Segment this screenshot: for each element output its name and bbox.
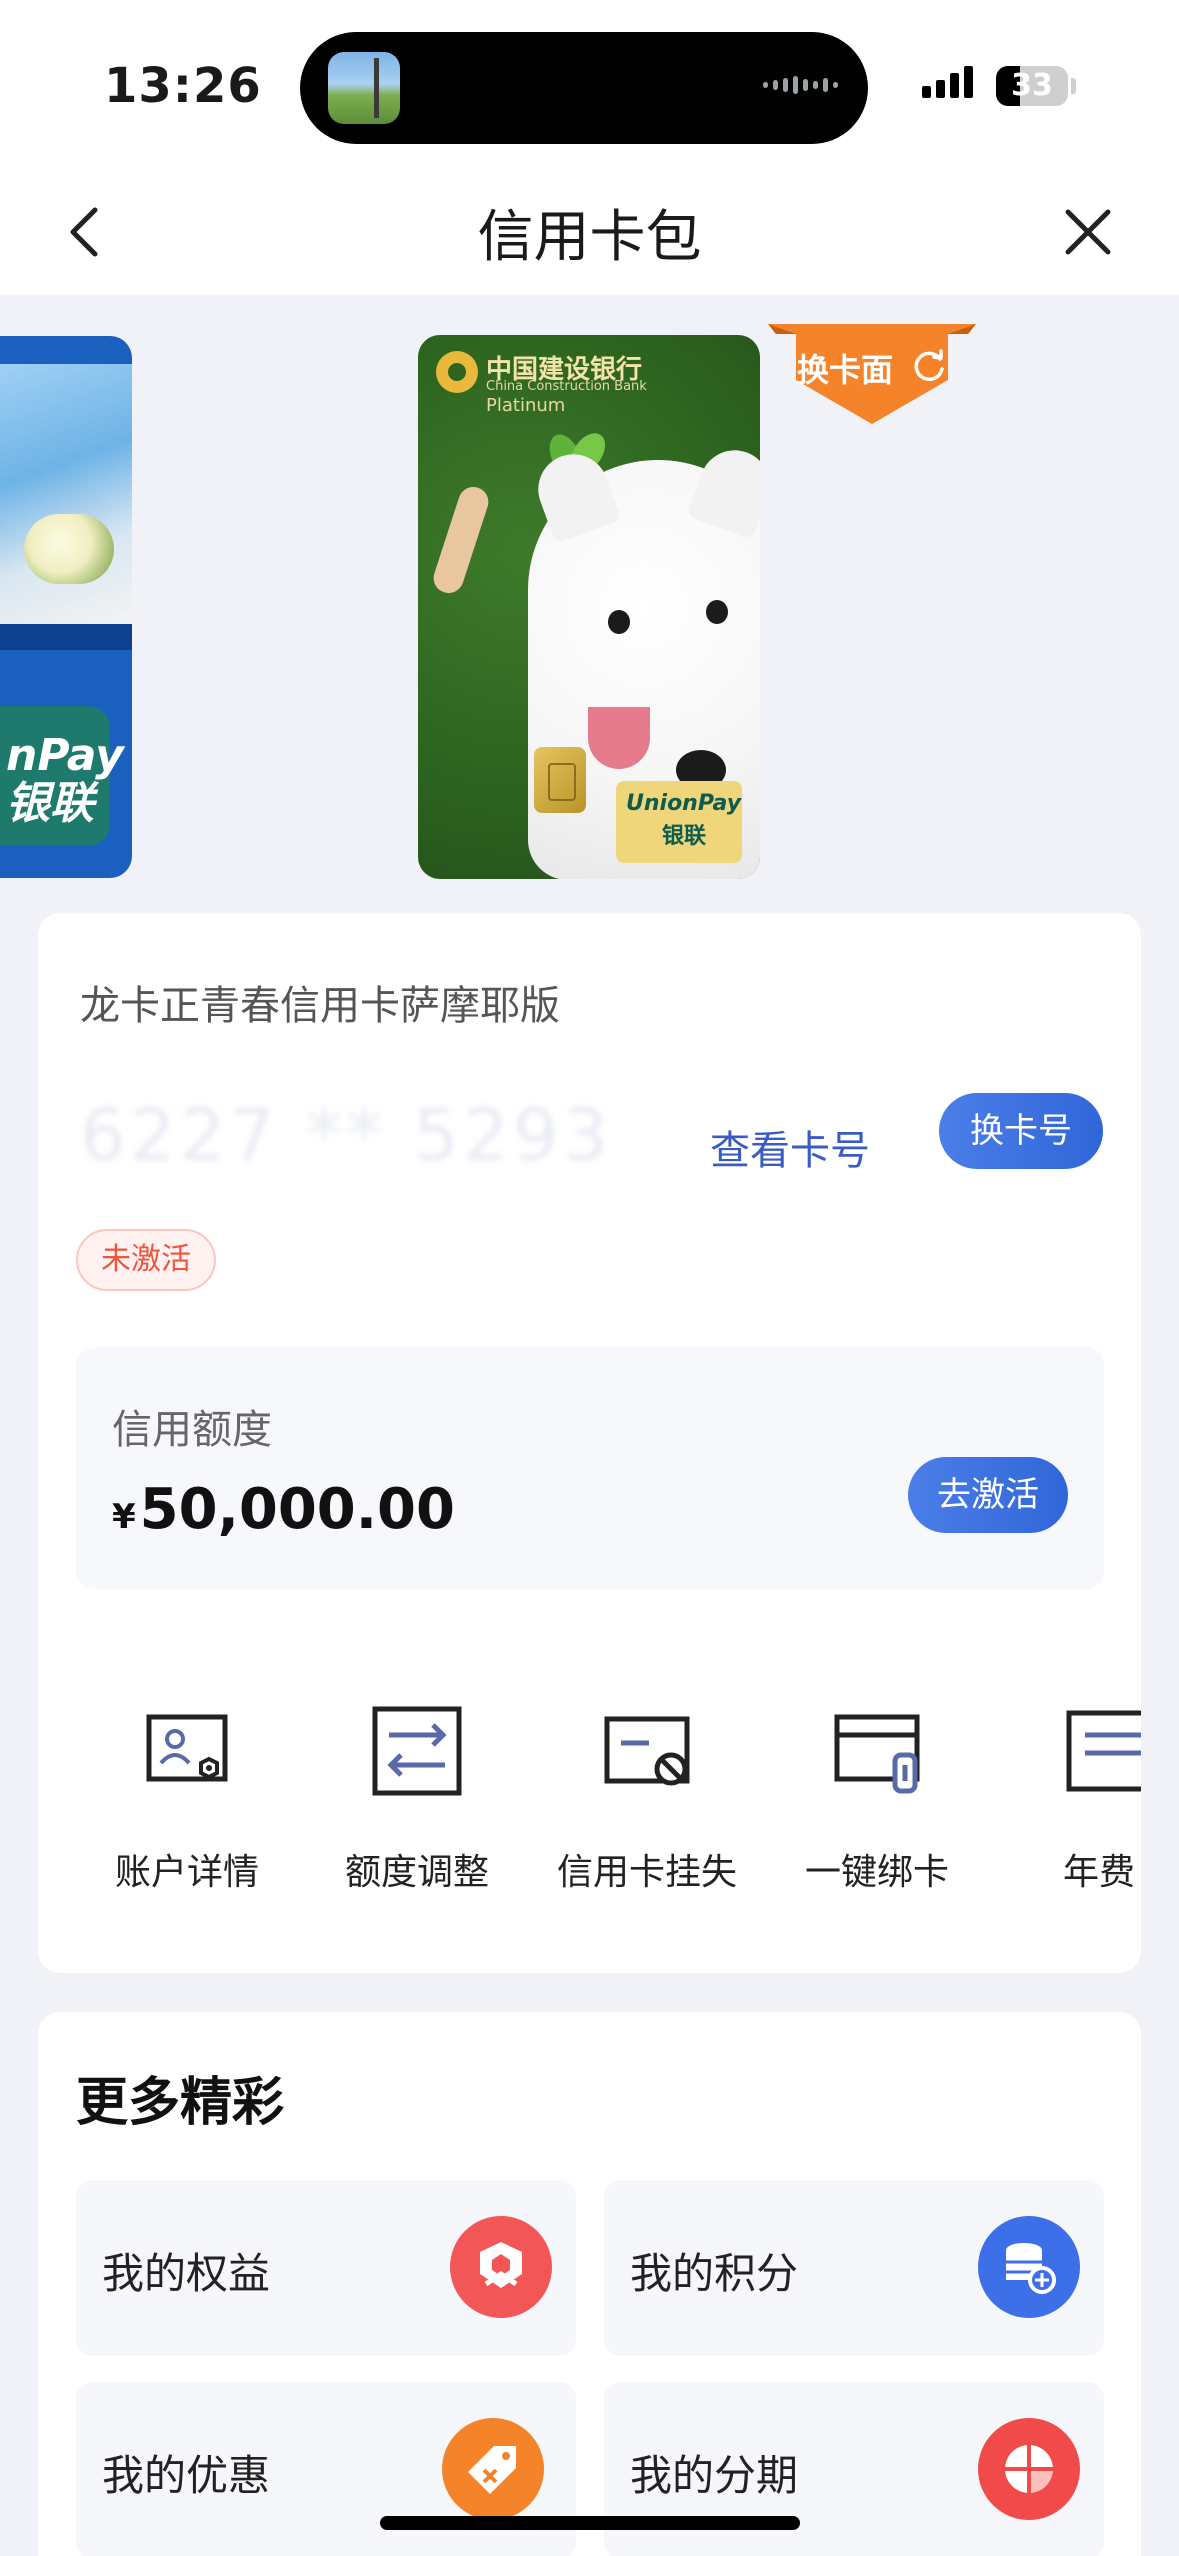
page-title: 信用卡包 <box>477 205 702 270</box>
card-product-name: 龙卡正青春信用卡萨摩耶版 <box>80 983 560 1029</box>
tile-my-points[interactable]: 我的积分 <box>604 2180 1104 2356</box>
action-limit-adjust[interactable]: 额度调整 <box>313 1703 513 1903</box>
credit-limit-label: 信用额度 <box>112 1407 272 1453</box>
action-account-detail[interactable]: 账户详情 <box>83 1703 283 1903</box>
unionpay-logo: nPay 银联 <box>0 706 124 846</box>
dog-tongue <box>588 707 650 769</box>
tile-my-rights[interactable]: 我的权益 <box>76 2180 576 2356</box>
card-info-panel: 龙卡正青春信用卡萨摩耶版 6227 ** 5293 查看卡号 换卡号 未激活 信… <box>38 913 1141 1973</box>
annual-fee-icon <box>1066 1710 1141 1792</box>
card-number-masked: 6227 ** 5293 <box>80 1093 613 1177</box>
bone-icon <box>429 483 493 597</box>
activate-button[interactable]: 去激活 <box>908 1457 1068 1533</box>
rights-icon <box>450 2216 552 2318</box>
previous-card[interactable]: nPay 银联 <box>0 336 132 878</box>
cellular-signal-icon <box>922 66 973 98</box>
more-section: 更多精彩 我的权益 我的积分 我的优惠 我的分期 <box>38 2012 1141 2556</box>
battery-level: 33 <box>1011 68 1053 103</box>
action-annual-fee[interactable]: 年费 <box>1003 1703 1141 1903</box>
limit-adjust-icon <box>372 1706 462 1796</box>
card-photo <box>0 364 132 624</box>
report-loss-icon <box>604 1716 690 1786</box>
battery-icon: 33 <box>996 66 1068 106</box>
swap-card-number-button[interactable]: 换卡号 <box>939 1093 1103 1169</box>
close-icon[interactable] <box>1056 200 1120 264</box>
more-title: 更多精彩 <box>76 2073 285 2133</box>
points-icon <box>978 2216 1080 2318</box>
account-detail-icon <box>146 1714 228 1782</box>
swap-face-button[interactable]: 换卡面 <box>797 345 893 391</box>
quick-actions: 账户详情 额度调整 信用卡挂失 一键绑卡 年费 <box>38 1703 1141 1903</box>
card-tier: Platinum <box>486 395 566 416</box>
status-badge: 未激活 <box>76 1229 216 1291</box>
card-chip <box>534 747 586 813</box>
battery-cap <box>1071 78 1076 94</box>
credit-limit-amount: ¥50,000.00 <box>112 1477 455 1542</box>
bank-name-en: China Construction Bank <box>486 379 647 394</box>
unionpay-logo: UnionPay 银联 <box>616 781 742 863</box>
action-report-loss[interactable]: 信用卡挂失 <box>543 1703 743 1903</box>
now-playing-thumbnail <box>328 52 400 124</box>
bind-card-icon <box>834 1714 920 1794</box>
card-flowers <box>24 514 114 584</box>
audio-wave-icon <box>763 76 838 94</box>
home-indicator[interactable] <box>380 2516 800 2530</box>
action-bind-card[interactable]: 一键绑卡 <box>773 1703 973 1903</box>
ccb-logo <box>436 351 478 393</box>
status-bar: 13:26 33 <box>0 0 1179 170</box>
view-card-number-link[interactable]: 查看卡号 <box>710 1118 870 1176</box>
credit-limit-box: 信用额度 ¥50,000.00 去激活 <box>76 1347 1104 1589</box>
navigation-bar: 信用卡包 <box>0 170 1179 295</box>
installment-icon <box>978 2418 1080 2520</box>
status-time: 13:26 <box>104 58 262 114</box>
credit-card-image[interactable]: 中国建设银行 China Construction Bank Platinum … <box>418 335 760 879</box>
dynamic-island[interactable] <box>300 32 868 144</box>
refresh-icon <box>914 349 944 382</box>
coupon-icon <box>442 2418 544 2520</box>
currency-symbol: ¥ <box>112 1497 136 1537</box>
